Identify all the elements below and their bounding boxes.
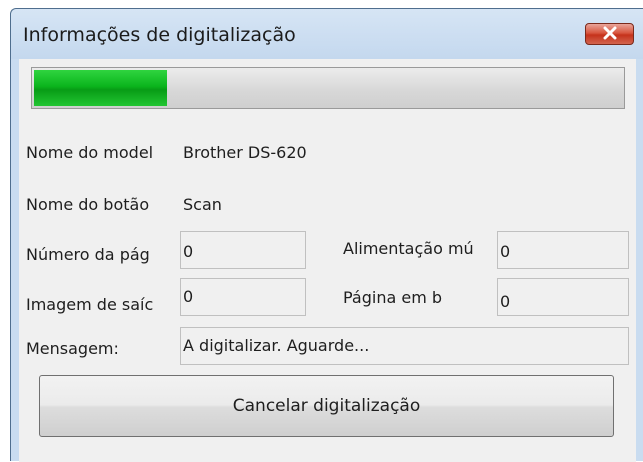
- progress-fill: [34, 70, 168, 106]
- button-name-label: Nome do botão: [26, 195, 150, 214]
- cancel-scan-label: Cancelar digitalização: [232, 396, 421, 416]
- message-label: Mensagem:: [26, 339, 119, 358]
- model-name-value: Brother DS-620: [180, 134, 630, 172]
- close-button[interactable]: [585, 23, 634, 45]
- output-image-value: 0: [180, 278, 306, 316]
- multifeed-value: 0: [497, 231, 629, 269]
- title-bar[interactable]: Informações de digitalização: [11, 9, 643, 59]
- button-name-value: Scan: [180, 186, 630, 224]
- multifeed-label: Alimentação mú: [343, 239, 474, 258]
- window-title: Informações de digitalização: [23, 24, 296, 46]
- output-image-label: Imagem de saíc: [26, 295, 154, 314]
- message-value: A digitalizar. Aguarde...: [180, 327, 629, 365]
- dialog-content: Nome do model Brother DS-620 Nome do bot…: [19, 59, 636, 462]
- close-icon: [602, 25, 618, 44]
- blank-page-label: Página em b: [343, 288, 443, 307]
- scan-info-dialog: Informações de digitalização Nome do mod…: [10, 8, 643, 462]
- model-name-label: Nome do model: [26, 143, 154, 162]
- scan-progress-bar: [31, 67, 625, 109]
- cancel-scan-button[interactable]: Cancelar digitalização: [39, 375, 614, 437]
- page-number-label: Número da pág: [26, 245, 150, 264]
- blank-page-value: 0: [497, 278, 629, 316]
- page-number-value: 0: [180, 231, 306, 269]
